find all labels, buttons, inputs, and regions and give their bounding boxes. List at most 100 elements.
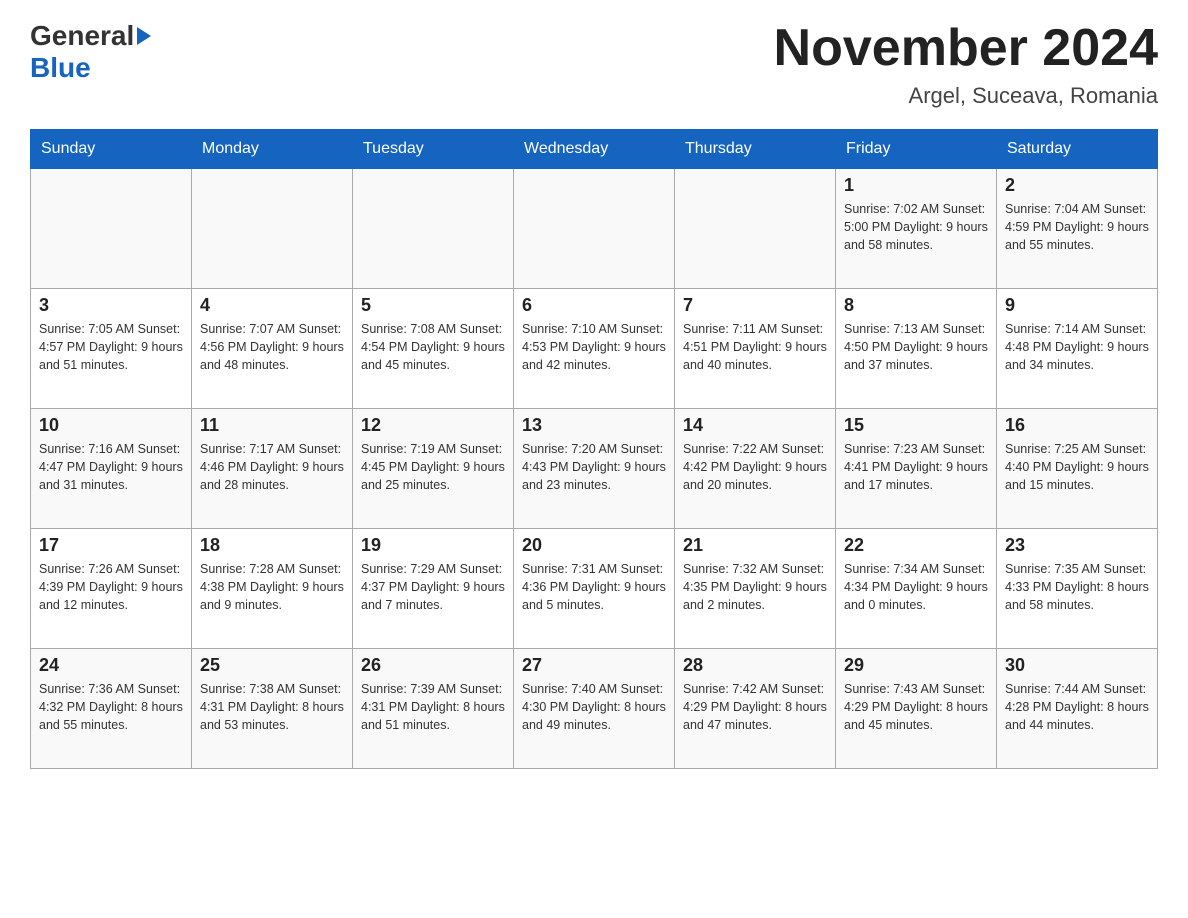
day-number: 23 [1005, 535, 1149, 556]
calendar-cell: 10 Sunrise: 7:16 AM Sunset: 4:47 PM Dayli… [31, 409, 192, 529]
col-header-monday: Monday [192, 130, 353, 169]
day-info: Sunrise: 7:07 AM Sunset: 4:56 PM Dayligh… [200, 320, 344, 374]
day-info: Sunrise: 7:32 AM Sunset: 4:35 PM Dayligh… [683, 560, 827, 614]
calendar-table: SundayMondayTuesdayWednesdayThursdayFrid… [30, 129, 1158, 769]
calendar-cell: 6 Sunrise: 7:10 AM Sunset: 4:53 PM Daylig… [514, 289, 675, 409]
calendar-cell: 18Sunrise: 7:28 AM Sunset: 4:38 PM Dayli… [192, 529, 353, 649]
day-number: 19 [361, 535, 505, 556]
day-number: 7 [683, 295, 827, 316]
calendar-cell: 12 Sunrise: 7:19 AM Sunset: 4:45 PM Dayli… [353, 409, 514, 529]
calendar-cell: 5Sunrise: 7:08 AM Sunset: 4:54 PM Daylig… [353, 289, 514, 409]
calendar-cell: 7 Sunrise: 7:11 AM Sunset: 4:51 PM Daylig… [675, 289, 836, 409]
day-info: Sunrise: 7:34 AM Sunset: 4:34 PM Dayligh… [844, 560, 988, 614]
day-number: 3 [39, 295, 183, 316]
day-info: Sunrise: 7:16 AM Sunset: 4:47 PM Dayligh… [39, 440, 183, 494]
day-info: Sunrise: 7:13 AM Sunset: 4:50 PM Dayligh… [844, 320, 988, 374]
calendar-cell: 11 Sunrise: 7:17 AM Sunset: 4:46 PM Dayli… [192, 409, 353, 529]
day-info: Sunrise: 7:19 AM Sunset: 4:45 PM Dayligh… [361, 440, 505, 494]
day-info: Sunrise: 7:25 AM Sunset: 4:40 PM Dayligh… [1005, 440, 1149, 494]
calendar-week-row: 1 Sunrise: 7:02 AM Sunset: 5:00 PM Daylig… [31, 169, 1158, 289]
col-header-wednesday: Wednesday [514, 130, 675, 169]
day-number: 17 [39, 535, 183, 556]
day-info: Sunrise: 7:02 AM Sunset: 5:00 PM Dayligh… [844, 200, 988, 254]
day-number: 20 [522, 535, 666, 556]
calendar-cell: 2Sunrise: 7:04 AM Sunset: 4:59 PM Daylig… [997, 169, 1158, 289]
day-number: 25 [200, 655, 344, 676]
logo-general-text: General [30, 20, 134, 52]
day-number: 26 [361, 655, 505, 676]
day-number: 1 [844, 175, 988, 196]
day-number: 13 [522, 415, 666, 436]
logo-triangle-icon [137, 27, 151, 45]
col-header-friday: Friday [836, 130, 997, 169]
day-number: 15 [844, 415, 988, 436]
calendar-cell: 9 Sunrise: 7:14 AM Sunset: 4:48 PM Daylig… [997, 289, 1158, 409]
day-number: 6 [522, 295, 666, 316]
col-header-sunday: Sunday [31, 130, 192, 169]
day-info: Sunrise: 7:31 AM Sunset: 4:36 PM Dayligh… [522, 560, 666, 614]
day-number: 11 [200, 415, 344, 436]
calendar-week-row: 24 Sunrise: 7:36 AM Sunset: 4:32 PM Dayli… [31, 649, 1158, 769]
calendar-cell: 21 Sunrise: 7:32 AM Sunset: 4:35 PM Dayli… [675, 529, 836, 649]
calendar-cell: 22Sunrise: 7:34 AM Sunset: 4:34 PM Dayli… [836, 529, 997, 649]
calendar-header-row: SundayMondayTuesdayWednesdayThursdayFrid… [31, 130, 1158, 169]
day-number: 24 [39, 655, 183, 676]
calendar-cell: 3 Sunrise: 7:05 AM Sunset: 4:57 PM Daylig… [31, 289, 192, 409]
day-number: 16 [1005, 415, 1149, 436]
calendar-cell: 27Sunrise: 7:40 AM Sunset: 4:30 PM Dayli… [514, 649, 675, 769]
day-info: Sunrise: 7:05 AM Sunset: 4:57 PM Dayligh… [39, 320, 183, 374]
day-info: Sunrise: 7:36 AM Sunset: 4:32 PM Dayligh… [39, 680, 183, 734]
calendar-cell: 8 Sunrise: 7:13 AM Sunset: 4:50 PM Daylig… [836, 289, 997, 409]
day-info: Sunrise: 7:08 AM Sunset: 4:54 PM Dayligh… [361, 320, 505, 374]
calendar-cell: 25 Sunrise: 7:38 AM Sunset: 4:31 PM Dayli… [192, 649, 353, 769]
day-number: 14 [683, 415, 827, 436]
month-title: November 2024 [774, 20, 1158, 77]
day-info: Sunrise: 7:35 AM Sunset: 4:33 PM Dayligh… [1005, 560, 1149, 614]
day-number: 12 [361, 415, 505, 436]
calendar-cell [675, 169, 836, 289]
day-number: 4 [200, 295, 344, 316]
calendar-cell [514, 169, 675, 289]
day-number: 29 [844, 655, 988, 676]
calendar-cell: 26 Sunrise: 7:39 AM Sunset: 4:31 PM Dayli… [353, 649, 514, 769]
calendar-cell: 24 Sunrise: 7:36 AM Sunset: 4:32 PM Dayli… [31, 649, 192, 769]
day-info: Sunrise: 7:42 AM Sunset: 4:29 PM Dayligh… [683, 680, 827, 734]
col-header-thursday: Thursday [675, 130, 836, 169]
day-info: Sunrise: 7:39 AM Sunset: 4:31 PM Dayligh… [361, 680, 505, 734]
col-header-tuesday: Tuesday [353, 130, 514, 169]
calendar-cell: 1 Sunrise: 7:02 AM Sunset: 5:00 PM Daylig… [836, 169, 997, 289]
calendar-cell: 30Sunrise: 7:44 AM Sunset: 4:28 PM Dayli… [997, 649, 1158, 769]
day-info: Sunrise: 7:26 AM Sunset: 4:39 PM Dayligh… [39, 560, 183, 614]
day-number: 30 [1005, 655, 1149, 676]
day-info: Sunrise: 7:43 AM Sunset: 4:29 PM Dayligh… [844, 680, 988, 734]
calendar-cell: 28 Sunrise: 7:42 AM Sunset: 4:29 PM Dayli… [675, 649, 836, 769]
day-info: Sunrise: 7:17 AM Sunset: 4:46 PM Dayligh… [200, 440, 344, 494]
day-info: Sunrise: 7:04 AM Sunset: 4:59 PM Dayligh… [1005, 200, 1149, 254]
calendar-cell: 16 Sunrise: 7:25 AM Sunset: 4:40 PM Dayli… [997, 409, 1158, 529]
day-number: 21 [683, 535, 827, 556]
day-info: Sunrise: 7:11 AM Sunset: 4:51 PM Dayligh… [683, 320, 827, 374]
title-area: November 2024 Argel, Suceava, Romania [774, 20, 1158, 109]
col-header-saturday: Saturday [997, 130, 1158, 169]
day-info: Sunrise: 7:10 AM Sunset: 4:53 PM Dayligh… [522, 320, 666, 374]
day-info: Sunrise: 7:38 AM Sunset: 4:31 PM Dayligh… [200, 680, 344, 734]
calendar-cell: 29 Sunrise: 7:43 AM Sunset: 4:29 PM Dayli… [836, 649, 997, 769]
day-info: Sunrise: 7:28 AM Sunset: 4:38 PM Dayligh… [200, 560, 344, 614]
calendar-cell: 20 Sunrise: 7:31 AM Sunset: 4:36 PM Dayli… [514, 529, 675, 649]
day-info: Sunrise: 7:20 AM Sunset: 4:43 PM Dayligh… [522, 440, 666, 494]
calendar-cell: 14 Sunrise: 7:22 AM Sunset: 4:42 PM Dayli… [675, 409, 836, 529]
calendar-week-row: 3 Sunrise: 7:05 AM Sunset: 4:57 PM Daylig… [31, 289, 1158, 409]
calendar-cell [192, 169, 353, 289]
day-info: Sunrise: 7:40 AM Sunset: 4:30 PM Dayligh… [522, 680, 666, 734]
calendar-cell: 15Sunrise: 7:23 AM Sunset: 4:41 PM Dayli… [836, 409, 997, 529]
calendar-cell: 13 Sunrise: 7:20 AM Sunset: 4:43 PM Dayli… [514, 409, 675, 529]
day-number: 8 [844, 295, 988, 316]
day-number: 10 [39, 415, 183, 436]
day-number: 28 [683, 655, 827, 676]
calendar-cell: 23 Sunrise: 7:35 AM Sunset: 4:33 PM Dayli… [997, 529, 1158, 649]
day-number: 9 [1005, 295, 1149, 316]
location-text: Argel, Suceava, Romania [774, 83, 1158, 109]
day-info: Sunrise: 7:14 AM Sunset: 4:48 PM Dayligh… [1005, 320, 1149, 374]
logo: General Blue [30, 20, 151, 84]
day-info: Sunrise: 7:22 AM Sunset: 4:42 PM Dayligh… [683, 440, 827, 494]
